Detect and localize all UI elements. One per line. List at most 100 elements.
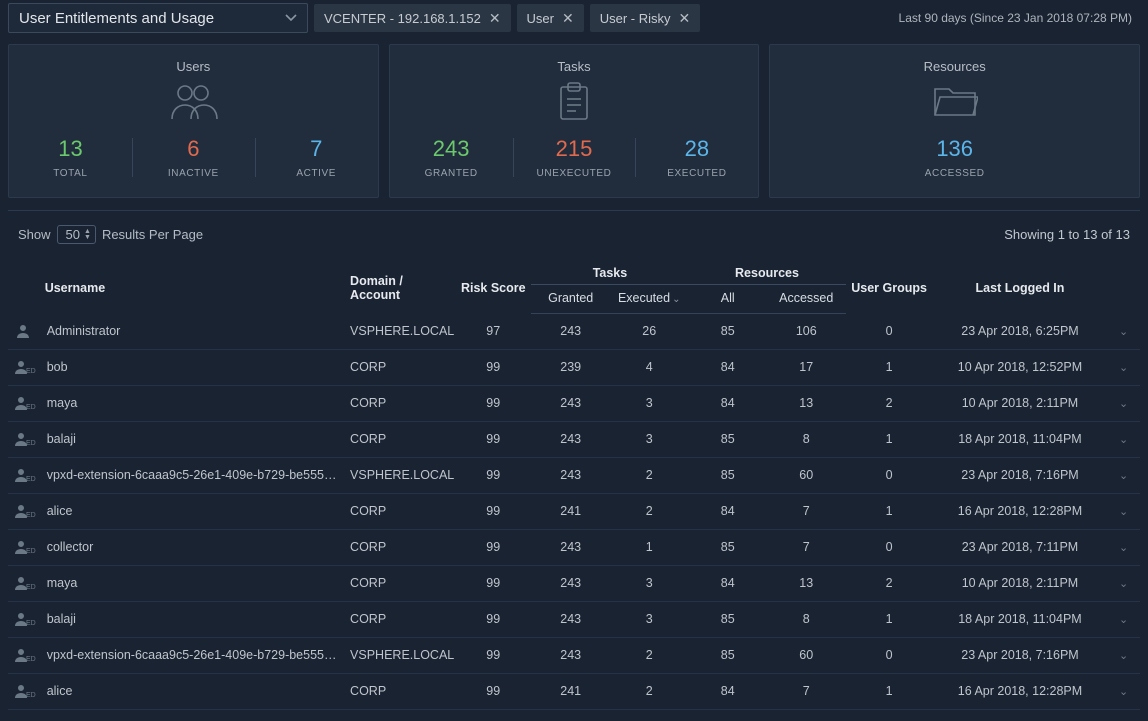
cell-last-logged: 18 Apr 2018, 11:04PM xyxy=(933,601,1107,637)
cell-risk: 99 xyxy=(455,565,531,601)
show-label: Show xyxy=(18,227,51,242)
filter-label: User xyxy=(527,11,554,26)
table-row[interactable]: EDvpxd-extension-6caaa9c5-26e1-409e-b729… xyxy=(8,637,1140,673)
table-row[interactable]: EDvpxd-extension-6caaa9c5-26e1-409e-b729… xyxy=(8,457,1140,493)
cell-all: 84 xyxy=(688,673,767,709)
page-size-select[interactable]: 50 ▲▼ xyxy=(57,225,96,244)
page-title: User Entitlements and Usage xyxy=(19,10,214,27)
cell-all: 85 xyxy=(688,601,767,637)
col-executed[interactable]: Executed⌄ xyxy=(610,285,689,314)
expand-row[interactable]: ⌄ xyxy=(1107,565,1140,601)
cell-granted: 241 xyxy=(531,673,610,709)
expand-row[interactable]: ⌄ xyxy=(1107,457,1140,493)
cell-groups: 2 xyxy=(846,385,933,421)
svg-text:ED: ED xyxy=(26,512,36,519)
chevron-down-icon: ⌄ xyxy=(1119,614,1128,626)
col-tasks-group: Tasks xyxy=(531,258,688,285)
cell-username: vpxd-extension-6caaa9c5-26e1-409e-b729-b… xyxy=(41,637,346,673)
table-row[interactable]: EDmayaCORP9924338413210 Apr 2018, 2:11PM… xyxy=(8,565,1140,601)
cell-risk: 99 xyxy=(455,673,531,709)
chevron-down-icon xyxy=(285,14,297,22)
filter-chip[interactable]: VCENTER - 192.168.1.152✕ xyxy=(314,4,511,32)
cell-executed: 3 xyxy=(610,421,689,457)
chevron-down-icon: ⌄ xyxy=(1119,398,1128,410)
metric: 13TOTAL xyxy=(9,136,132,179)
col-groups[interactable]: User Groups xyxy=(846,258,933,314)
table-row[interactable]: AdministratorVSPHERE.LOCAL97243268510602… xyxy=(8,314,1140,350)
cell-granted: 243 xyxy=(531,601,610,637)
page-title-dropdown[interactable]: User Entitlements and Usage xyxy=(8,3,308,33)
expand-row[interactable]: ⌄ xyxy=(1107,349,1140,385)
card-tasks: Tasks 243GRANTED215UNEXECUTED28EXECUTED xyxy=(389,44,760,198)
metric: 7ACTIVE xyxy=(255,136,378,179)
cell-groups: 0 xyxy=(846,529,933,565)
metric: 28EXECUTED xyxy=(635,136,758,179)
table-row[interactable]: EDbobCORP9923948417110 Apr 2018, 12:52PM… xyxy=(8,349,1140,385)
cell-last-logged: 23 Apr 2018, 6:25PM xyxy=(933,314,1107,350)
chevron-down-icon: ⌄ xyxy=(1119,686,1128,698)
col-username[interactable]: Username xyxy=(41,258,346,314)
cell-last-logged: 10 Apr 2018, 2:11PM xyxy=(933,565,1107,601)
cell-risk: 99 xyxy=(455,349,531,385)
user-icon: ED xyxy=(8,637,41,673)
cell-last-logged: 18 Apr 2018, 11:04PM xyxy=(933,421,1107,457)
col-accessed[interactable]: Accessed xyxy=(767,285,846,314)
expand-row[interactable]: ⌄ xyxy=(1107,421,1140,457)
close-icon[interactable]: ✕ xyxy=(679,10,691,27)
cell-executed: 2 xyxy=(610,673,689,709)
card-users: Users 13TOTAL6INACTIVE7ACTIVE xyxy=(8,44,379,198)
user-icon: ED xyxy=(8,565,41,601)
cell-domain: CORP xyxy=(346,349,455,385)
cell-risk: 99 xyxy=(455,601,531,637)
close-icon[interactable]: ✕ xyxy=(489,10,501,27)
col-granted[interactable]: Granted xyxy=(531,285,610,314)
expand-row[interactable]: ⌄ xyxy=(1107,637,1140,673)
cell-risk: 99 xyxy=(455,493,531,529)
cell-all: 85 xyxy=(688,421,767,457)
cell-granted: 241 xyxy=(531,493,610,529)
card-tasks-title: Tasks xyxy=(557,59,590,74)
metric: 215UNEXECUTED xyxy=(513,136,636,179)
table-row[interactable]: EDcollectorCORP992431857023 Apr 2018, 7:… xyxy=(8,529,1140,565)
svg-text:ED: ED xyxy=(26,368,36,375)
cell-granted: 243 xyxy=(531,421,610,457)
expand-row[interactable]: ⌄ xyxy=(1107,529,1140,565)
col-all[interactable]: All xyxy=(688,285,767,314)
chevron-down-icon: ⌄ xyxy=(1119,362,1128,374)
chevron-down-icon: ⌄ xyxy=(1119,470,1128,482)
user-icon: ED xyxy=(8,457,41,493)
filter-chip[interactable]: User ✕ xyxy=(517,4,584,32)
expand-row[interactable]: ⌄ xyxy=(1107,673,1140,709)
close-icon[interactable]: ✕ xyxy=(562,10,574,27)
showing-text: Showing 1 to 13 of 13 xyxy=(1004,227,1130,242)
col-last-logged[interactable]: Last Logged In xyxy=(933,258,1107,314)
col-domain[interactable]: Domain / Account xyxy=(346,258,455,314)
col-risk[interactable]: Risk Score xyxy=(455,258,531,314)
metric-value: 215 xyxy=(556,136,593,162)
metric-value: 136 xyxy=(936,136,973,162)
cell-risk: 99 xyxy=(455,637,531,673)
table-row[interactable]: EDmayaCORP9924338413210 Apr 2018, 2:11PM… xyxy=(8,385,1140,421)
table-row[interactable]: EDaliceCORP992412847116 Apr 2018, 12:28P… xyxy=(8,493,1140,529)
cell-granted: 239 xyxy=(531,349,610,385)
card-resources-title: Resources xyxy=(924,59,986,74)
cell-username: balaji xyxy=(41,421,346,457)
expand-row[interactable]: ⌄ xyxy=(1107,314,1140,350)
expand-row[interactable]: ⌄ xyxy=(1107,385,1140,421)
cell-executed: 3 xyxy=(610,385,689,421)
cell-domain: CORP xyxy=(346,601,455,637)
cell-granted: 243 xyxy=(531,314,610,350)
expand-row[interactable]: ⌄ xyxy=(1107,601,1140,637)
table-row[interactable]: EDaliceCORP992412847116 Apr 2018, 12:28P… xyxy=(8,673,1140,709)
metric-label: INACTIVE xyxy=(168,168,219,179)
cell-last-logged: 16 Apr 2018, 12:28PM xyxy=(933,673,1107,709)
filter-chip[interactable]: User - Risky✕ xyxy=(590,4,701,32)
table-row[interactable]: EDbalajiCORP992433858118 Apr 2018, 11:04… xyxy=(8,601,1140,637)
svg-text:ED: ED xyxy=(26,692,36,699)
expand-row[interactable]: ⌄ xyxy=(1107,493,1140,529)
cell-domain: CORP xyxy=(346,421,455,457)
card-users-title: Users xyxy=(176,59,210,74)
table-row[interactable]: EDbalajiCORP992433858118 Apr 2018, 11:04… xyxy=(8,421,1140,457)
cell-executed: 4 xyxy=(610,349,689,385)
user-icon: ED xyxy=(8,601,41,637)
